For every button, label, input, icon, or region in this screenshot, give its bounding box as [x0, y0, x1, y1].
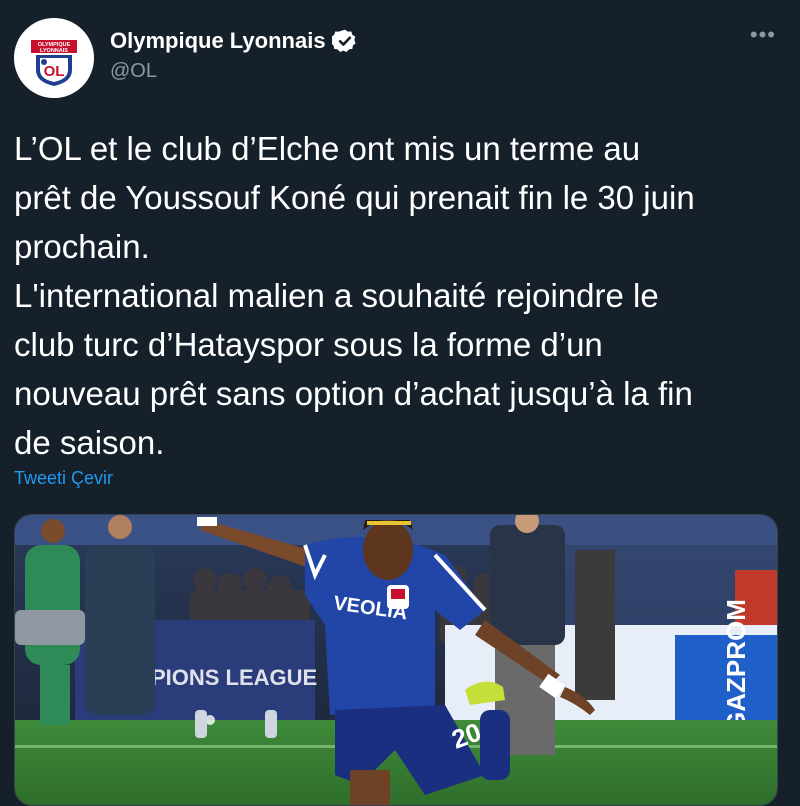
tweet-header: OLYMPIQUE LYONNAIS OL Olympique Lyonnais…	[14, 18, 786, 98]
more-horizontal-icon[interactable]: •••	[750, 22, 776, 48]
football-player-photo: CHAMPIONS LEAGUE GAZPROM VEOLIA 20	[15, 515, 777, 805]
avatar[interactable]: OLYMPIQUE LYONNAIS OL	[14, 18, 94, 98]
verified-badge-icon	[331, 29, 356, 52]
tweet-media-photo[interactable]: CHAMPIONS LEAGUE GAZPROM VEOLIA 20	[14, 514, 778, 806]
ol-logo-icon: OLYMPIQUE LYONNAIS OL	[14, 18, 94, 98]
display-name[interactable]: Olympique Lyonnais	[110, 28, 326, 54]
display-name-row: Olympique Lyonnais	[110, 28, 358, 54]
handle[interactable]: @OL	[110, 60, 358, 83]
tweet-text: L’OL et le club d’Elche ont mis un terme…	[14, 130, 695, 461]
board-text-gazprom: GAZPROM	[721, 599, 751, 732]
svg-text:LYONNAIS: LYONNAIS	[40, 48, 68, 54]
svg-text:OL: OL	[44, 63, 65, 80]
translate-tweet-link[interactable]: Tweeti Çevir	[14, 468, 113, 489]
author-names: Olympique Lyonnais @OL	[110, 28, 358, 83]
